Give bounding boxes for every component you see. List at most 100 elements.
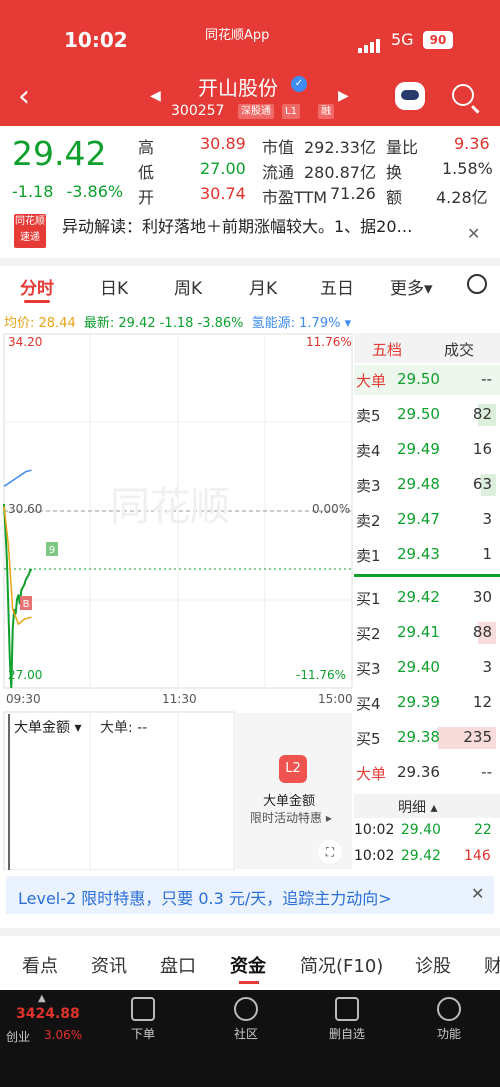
trade-price: 29.42 [400, 848, 441, 864]
y-mid-label: 30.60 [8, 502, 43, 516]
trade-time: 10:02 [354, 848, 395, 864]
orderbook-row[interactable]: 卖2 29.47 3 [354, 505, 500, 535]
tab-more[interactable]: 更多▾ [390, 274, 433, 299]
volratio-label: 量比 [386, 138, 419, 157]
divider [0, 258, 500, 266]
orderbook-label: 买4 [356, 695, 381, 713]
tab-funds[interactable]: 资金 [230, 952, 266, 978]
community-icon[interactable] [234, 997, 258, 1021]
robot-icon[interactable] [395, 82, 425, 110]
orderbook-volume: -- [481, 763, 492, 781]
tag-l1: L1 [282, 104, 300, 119]
price-change: -1.18 -3.86% [12, 182, 123, 201]
indicator-select[interactable]: 大单金额 ▾ [14, 717, 81, 737]
time-start-label: 09:30 [6, 692, 41, 706]
orderbook-volume: -- [481, 370, 492, 388]
index-up-icon: ▲ [38, 993, 46, 1004]
close-icon[interactable]: ✕ [467, 224, 480, 243]
orderbook-row[interactable]: 卖4 29.49 16 [354, 435, 500, 465]
back-icon[interactable]: ‹ [18, 82, 30, 112]
mktcap-value: 292.33亿 [304, 138, 376, 157]
next-stock-icon[interactable]: ▶ [338, 88, 349, 104]
promo-subtitle[interactable]: 限时活动特惠 ▸ [250, 809, 332, 826]
orderbook-price: 29.42 [397, 588, 440, 606]
orderbook-row[interactable]: 买5 29.38 235 [354, 723, 500, 753]
orderbook-row[interactable]: 买3 29.40 3 [354, 653, 500, 683]
orderbook-row[interactable]: 买1 29.42 30 [354, 583, 500, 613]
orderbook-row[interactable]: 卖5 29.50 82 [354, 400, 500, 430]
index-pct: 3.06% [44, 1028, 83, 1042]
orderbook-price: 29.41 [397, 623, 440, 641]
tab-f10[interactable]: 简况(F10) [300, 952, 383, 978]
orderbook-price: 29.39 [397, 693, 440, 711]
tab-intraday[interactable]: 分时 [20, 274, 54, 299]
nav-order[interactable]: 下单 [113, 1025, 173, 1042]
trade-price: 29.40 [400, 822, 441, 838]
orderbook-price: 29.47 [397, 510, 440, 528]
tag-margin: 融 [318, 104, 334, 119]
trade-row: 10:02 29.42 [354, 848, 441, 864]
low-label: 低 [138, 163, 155, 182]
orderbook-row[interactable]: 买4 29.39 12 [354, 688, 500, 718]
menu-icon[interactable] [437, 997, 461, 1021]
orderbook-row[interactable]: 大单 29.50 -- [354, 365, 500, 395]
orderbook-row[interactable]: 大单 29.36 -- [354, 758, 500, 788]
tab-handicap[interactable]: 盘口 [160, 952, 196, 978]
order-icon[interactable] [131, 997, 155, 1021]
orderbook-volume: 16 [472, 440, 492, 458]
orderbook-volume: 82 [472, 405, 492, 423]
legend-hydrogen[interactable]: 氢能源: 1.79% ▾ [252, 316, 351, 331]
change-value: -1.18 [12, 182, 54, 201]
trade-row: 10:02 29.40 [354, 822, 441, 838]
banner-text[interactable]: Level-2 限时特惠，只要 0.3 元/天，追踪主力动向> [18, 885, 392, 909]
nav-remove-watchlist[interactable]: 删自选 [317, 1025, 377, 1042]
network-label: 5G [391, 30, 414, 49]
orderbook-row[interactable]: 卖1 29.43 1 [354, 540, 500, 570]
trade-vol: 22 [474, 822, 492, 838]
orderbook-row[interactable]: 买2 29.41 88 [354, 618, 500, 648]
mktcap-label: 市值 [262, 138, 295, 157]
orderbook-volume: 12 [472, 693, 492, 711]
nav-community[interactable]: 社区 [216, 1025, 276, 1042]
tab-five-levels[interactable]: 五档 [372, 339, 402, 360]
tab-diagnose[interactable]: 诊股 [415, 952, 451, 978]
banner-close-icon[interactable]: ✕ [471, 884, 484, 903]
pe-value: 71.26 [330, 184, 376, 203]
battery-icon: 90 [423, 31, 453, 49]
news-logo-top: 同花顺 [15, 216, 45, 227]
orderbook-row[interactable]: 卖3 29.48 63 [354, 470, 500, 500]
chart-search-icon[interactable] [467, 274, 487, 294]
tab-news[interactable]: 资讯 [91, 952, 127, 978]
high-value: 30.89 [200, 134, 246, 153]
float-value: 280.87亿 [304, 163, 376, 182]
high-label: 高 [138, 138, 155, 157]
tab-weekly[interactable]: 周K [174, 274, 202, 299]
open-label: 开 [138, 188, 155, 207]
tab-monthly[interactable]: 月K [249, 274, 277, 299]
expand-icon[interactable]: ⛶ [318, 840, 342, 864]
nine-marker-label: 9 [49, 545, 55, 556]
orderbook-price: 29.36 [397, 763, 440, 781]
time-mid-label: 11:30 [162, 692, 197, 706]
tab-daily[interactable]: 日K [100, 274, 128, 299]
tab-highlights[interactable]: 看点 [22, 952, 58, 978]
prev-stock-icon[interactable]: ◀ [150, 88, 161, 104]
tab-fiveday[interactable]: 五日 [320, 274, 354, 299]
trade-vol: 146 [464, 848, 491, 864]
news-logo-bottom: 速递 [20, 232, 40, 243]
remove-watchlist-icon[interactable] [335, 997, 359, 1021]
detail-title[interactable]: 明细 ▴ [398, 797, 437, 817]
index-value[interactable]: 3424.88 [16, 1006, 80, 1022]
nav-functions[interactable]: 功能 [419, 1025, 479, 1042]
turnover-label: 换 [386, 163, 403, 182]
change-percent: -3.86% [66, 182, 124, 201]
orderbook-price: 29.50 [397, 405, 440, 423]
pct-mid-label: 0.00% [312, 502, 351, 516]
orderbook-price: 29.48 [397, 475, 440, 493]
tab-finance[interactable]: 财 [484, 952, 500, 978]
low-value: 27.00 [200, 159, 246, 178]
news-text[interactable]: 异动解读：利好落地＋前期涨幅较大。1、据20… [62, 213, 413, 237]
news-logo: 同花顺 速递 [14, 214, 46, 248]
tab-trades[interactable]: 成交 [444, 339, 474, 360]
search-icon[interactable] [452, 84, 474, 106]
